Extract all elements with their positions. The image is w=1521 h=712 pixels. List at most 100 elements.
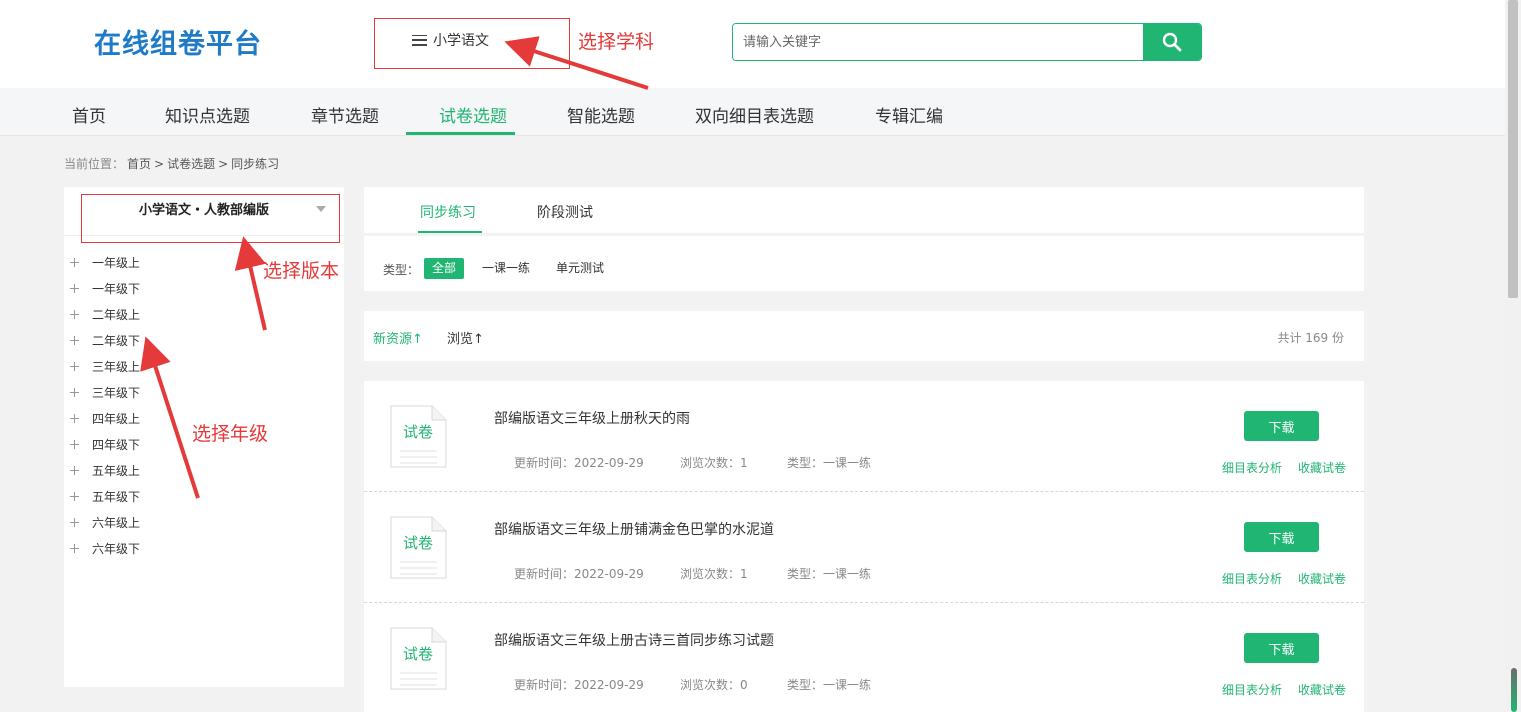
breadcrumb-prefix: 当前位置： bbox=[64, 157, 125, 171]
annotation-box-subject bbox=[374, 18, 570, 69]
annotation-edition: 选择版本 bbox=[263, 260, 340, 282]
exam-paper-icon: 试卷 bbox=[390, 516, 447, 579]
grade-item[interactable]: 三年级上 bbox=[70, 353, 140, 379]
grade-label: 一年级下 bbox=[92, 281, 141, 296]
type-option-all[interactable]: 全部 bbox=[424, 258, 465, 279]
grade-item[interactable]: 六年级上 bbox=[70, 509, 140, 535]
paper-updated: 更新时间：2022-09-29 bbox=[514, 678, 644, 692]
grade-item[interactable]: 一年级下 bbox=[70, 275, 140, 301]
grade-label: 六年级下 bbox=[92, 541, 141, 556]
header: 在线组卷平台 小学语文 bbox=[0, 0, 1505, 88]
paper-views: 浏览次数：1 bbox=[680, 567, 748, 581]
paper-updated: 更新时间：2022-09-29 bbox=[514, 567, 644, 581]
grade-item[interactable]: 四年级上 bbox=[70, 405, 140, 431]
tab-active-indicator bbox=[418, 231, 482, 233]
expand-plus-icon[interactable] bbox=[70, 283, 79, 293]
breadcrumb-separator: > bbox=[218, 157, 229, 171]
svg-text:试卷: 试卷 bbox=[403, 534, 433, 552]
paper-views: 浏览次数：0 bbox=[680, 678, 748, 692]
grade-item[interactable]: 三年级下 bbox=[70, 379, 140, 405]
page-scrollbar[interactable] bbox=[1505, 0, 1521, 712]
grade-label: 三年级上 bbox=[92, 359, 141, 374]
main-nav: 首页 知识点选题 章节选题 试卷选题 智能选题 双向细目表选题 专辑汇编 bbox=[0, 88, 1505, 136]
breadcrumb-exam-paper[interactable]: 试卷选题 bbox=[167, 157, 215, 171]
analysis-link[interactable]: 细目表分析 bbox=[1222, 570, 1282, 587]
grade-item[interactable]: 六年级下 bbox=[70, 535, 140, 561]
search-icon bbox=[1162, 32, 1182, 52]
grade-label: 一年级上 bbox=[92, 255, 141, 270]
expand-plus-icon[interactable] bbox=[70, 543, 79, 553]
paper-item: 试卷 部编版语文三年级上册秋天的雨 更新时间：2022-09-29 浏览次数：1… bbox=[364, 381, 1364, 492]
grade-item[interactable]: 一年级上 bbox=[70, 249, 140, 275]
grade-label: 四年级下 bbox=[92, 437, 141, 452]
paper-title[interactable]: 部编版语文三年级上册古诗三首同步练习试题 bbox=[494, 630, 774, 650]
download-button[interactable]: 下载 bbox=[1244, 522, 1319, 552]
search-box bbox=[732, 23, 1202, 61]
grade-label: 六年级上 bbox=[92, 515, 141, 530]
breadcrumb-home[interactable]: 首页 bbox=[127, 157, 151, 171]
total-count: 共计 169 份 bbox=[1277, 331, 1344, 345]
nav-chapter[interactable]: 章节选题 bbox=[311, 102, 379, 127]
type-option-per-lesson[interactable]: 一课一练 bbox=[474, 258, 538, 279]
scrollbar-thumb[interactable] bbox=[1508, 0, 1518, 298]
paper-type: 类型：一课一练 bbox=[787, 456, 872, 470]
paper-item: 试卷 部编版语文三年级上册古诗三首同步练习试题 更新时间：2022-09-29 … bbox=[364, 603, 1364, 712]
favorite-link[interactable]: 收藏试卷 bbox=[1298, 570, 1346, 587]
annotation-box-edition bbox=[81, 194, 340, 243]
grade-list: 一年级上 一年级下 二年级上 二年级下 三年级上 三年级下 四年级上 四年级下 … bbox=[70, 249, 140, 561]
nav-knowledge-point[interactable]: 知识点选题 bbox=[165, 102, 250, 127]
nav-album[interactable]: 专辑汇编 bbox=[875, 102, 943, 127]
type-filter: 类型： 全部 一课一练 单元测试 bbox=[364, 236, 1364, 291]
grade-label: 四年级上 bbox=[92, 411, 141, 426]
expand-plus-icon[interactable] bbox=[70, 465, 79, 475]
analysis-link[interactable]: 细目表分析 bbox=[1222, 681, 1282, 698]
expand-plus-icon[interactable] bbox=[70, 257, 79, 267]
search-input[interactable] bbox=[733, 24, 1143, 60]
search-button[interactable] bbox=[1143, 24, 1201, 60]
favorite-link[interactable]: 收藏试卷 bbox=[1298, 681, 1346, 698]
expand-plus-icon[interactable] bbox=[70, 335, 79, 345]
favorite-link[interactable]: 收藏试卷 bbox=[1298, 459, 1346, 476]
grade-item[interactable]: 二年级上 bbox=[70, 301, 140, 327]
breadcrumb: 当前位置： 首页 > 试卷选题 > 同步练习 bbox=[64, 155, 282, 172]
nav-smart-select[interactable]: 智能选题 bbox=[567, 102, 635, 127]
tab-stage-test[interactable]: 阶段测试 bbox=[537, 202, 593, 222]
paper-updated: 更新时间：2022-09-29 bbox=[514, 456, 644, 470]
analysis-link[interactable]: 细目表分析 bbox=[1222, 459, 1282, 476]
paper-title[interactable]: 部编版语文三年级上册铺满金色巴掌的水泥道 bbox=[494, 519, 774, 539]
type-option-unit-test[interactable]: 单元测试 bbox=[548, 258, 612, 279]
expand-plus-icon[interactable] bbox=[70, 439, 79, 449]
nav-exam-paper[interactable]: 试卷选题 bbox=[439, 102, 507, 127]
sort-bar: 新资源↑ 浏览↑ 共计 169 份 bbox=[364, 311, 1364, 361]
grade-label: 五年级上 bbox=[92, 463, 141, 478]
tab-sync-practice[interactable]: 同步练习 bbox=[420, 202, 476, 222]
sort-newest[interactable]: 新资源↑ bbox=[373, 328, 423, 347]
grade-item[interactable]: 五年级上 bbox=[70, 457, 140, 483]
breadcrumb-separator: > bbox=[154, 157, 165, 171]
grade-item[interactable]: 五年级下 bbox=[70, 483, 140, 509]
expand-plus-icon[interactable] bbox=[70, 387, 79, 397]
expand-plus-icon[interactable] bbox=[70, 517, 79, 527]
site-logo[interactable]: 在线组卷平台 bbox=[94, 22, 262, 61]
paper-views: 浏览次数：1 bbox=[680, 456, 748, 470]
download-button[interactable]: 下载 bbox=[1244, 411, 1319, 441]
paper-item: 试卷 部编版语文三年级上册铺满金色巴掌的水泥道 更新时间：2022-09-29 … bbox=[364, 492, 1364, 603]
expand-plus-icon[interactable] bbox=[70, 413, 79, 423]
sort-views[interactable]: 浏览↑ bbox=[447, 328, 484, 347]
svg-text:试卷: 试卷 bbox=[403, 423, 433, 441]
grade-item[interactable]: 四年级下 bbox=[70, 431, 140, 457]
nav-two-way-table[interactable]: 双向细目表选题 bbox=[695, 102, 814, 127]
grade-label: 五年级下 bbox=[92, 489, 141, 504]
expand-plus-icon[interactable] bbox=[70, 491, 79, 501]
paper-title[interactable]: 部编版语文三年级上册秋天的雨 bbox=[494, 408, 690, 428]
expand-plus-icon[interactable] bbox=[70, 361, 79, 371]
expand-plus-icon[interactable] bbox=[70, 309, 79, 319]
download-button[interactable]: 下载 bbox=[1244, 633, 1319, 663]
nav-home[interactable]: 首页 bbox=[72, 102, 106, 127]
exam-paper-icon: 试卷 bbox=[390, 405, 447, 468]
breadcrumb-current: 同步练习 bbox=[231, 157, 280, 171]
grade-item[interactable]: 二年级下 bbox=[70, 327, 140, 353]
nav-active-indicator bbox=[406, 132, 515, 135]
paper-type: 类型：一课一练 bbox=[787, 567, 872, 581]
grade-label: 三年级下 bbox=[92, 385, 141, 400]
